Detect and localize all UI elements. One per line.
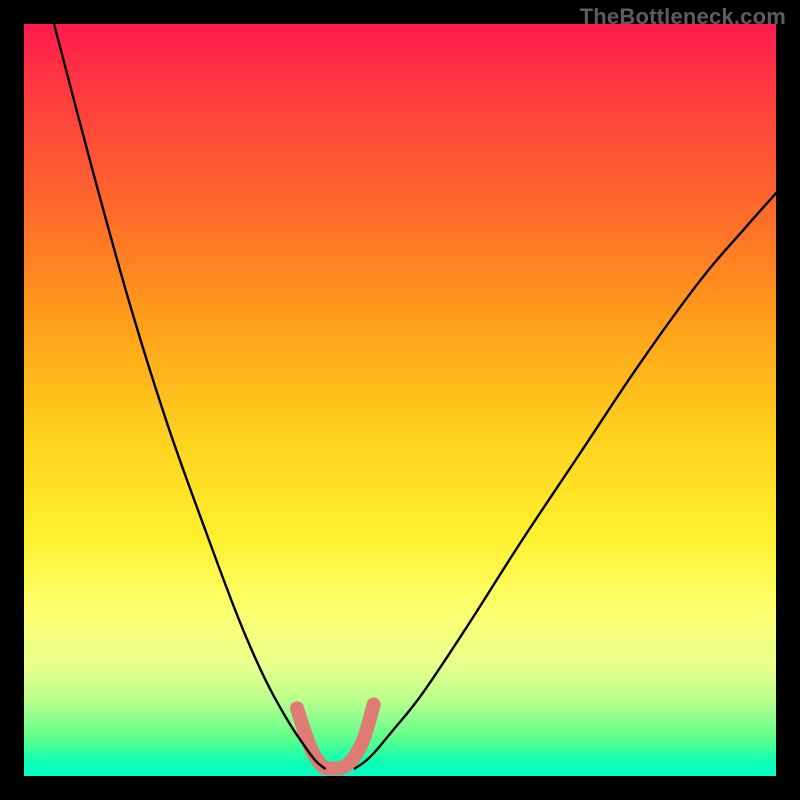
watermark-text: TheBottleneck.com bbox=[580, 4, 786, 30]
series-right-curve bbox=[355, 193, 776, 768]
series-highlight-region bbox=[297, 705, 374, 769]
chart-frame: TheBottleneck.com bbox=[0, 0, 800, 800]
curve-svg bbox=[24, 24, 776, 776]
series-left-curve bbox=[54, 24, 325, 768]
plot-area bbox=[24, 24, 776, 776]
